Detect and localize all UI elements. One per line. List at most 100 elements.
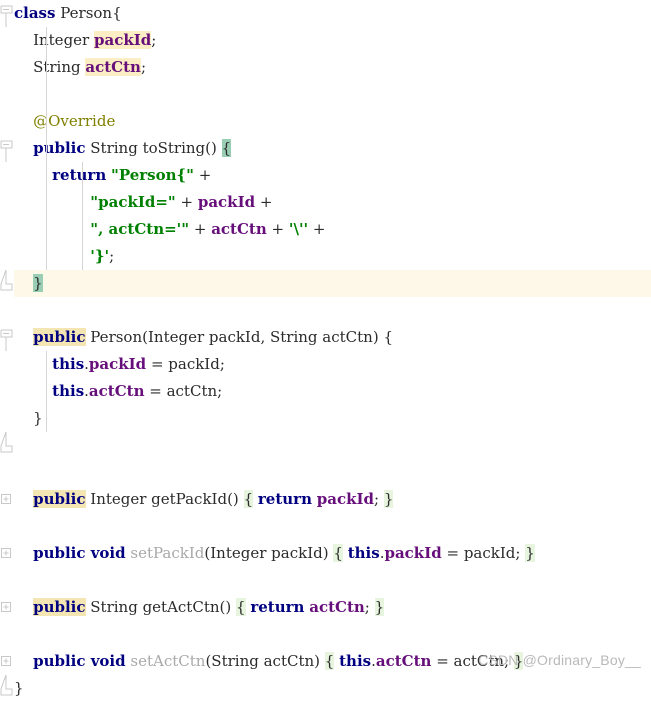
code-token: { <box>333 544 343 562</box>
code-token: setPackId <box>130 544 205 562</box>
code-line[interactable]: public void setPackId(Integer packId) { … <box>0 540 651 567</box>
code-line[interactable]: Integer packId; <box>0 27 651 54</box>
code-line[interactable]: '}'; <box>0 243 651 270</box>
code-token: class <box>14 4 56 22</box>
watermark: CSDN @Ordinary_Boy__ <box>478 652 641 668</box>
fold-marker-expanded-top[interactable] <box>0 324 13 351</box>
code-token: ; <box>109 247 115 265</box>
code-token: public <box>33 490 86 508</box>
fold-marker-collapsed[interactable] <box>0 486 13 513</box>
fold-marker-collapsed[interactable] <box>0 648 13 675</box>
code-token: actCtn <box>375 652 432 670</box>
code-token: + <box>175 193 198 211</box>
code-token: public <box>33 139 86 157</box>
code-token: { <box>378 328 394 346</box>
code-token: actCtn <box>85 58 141 76</box>
code-editor[interactable]: class Person{ Integer packId; String act… <box>0 0 651 697</box>
code-token: packId <box>93 31 152 49</box>
code-line[interactable]: public Integer getPackId() { return pack… <box>0 486 651 513</box>
code-token: actCtn <box>309 598 365 616</box>
code-line[interactable] <box>0 621 651 648</box>
code-line[interactable]: } <box>0 675 651 702</box>
code-token: setActCtn <box>130 652 206 670</box>
code-token: + <box>266 220 289 238</box>
code-token: Integer <box>14 31 94 49</box>
code-token: ; <box>364 598 375 616</box>
code-token: this <box>52 382 85 400</box>
fold-marker-collapsed[interactable] <box>0 594 13 621</box>
code-line[interactable]: } <box>0 270 651 297</box>
code-line[interactable] <box>0 81 651 108</box>
code-token: { <box>236 598 246 616</box>
code-token: packId <box>88 355 147 373</box>
code-token: { <box>243 490 254 508</box>
code-token: return <box>250 598 305 616</box>
code-surface[interactable]: class Person{ Integer packId; String act… <box>0 0 651 697</box>
fold-marker-expanded-top[interactable] <box>0 135 13 162</box>
code-line[interactable]: String actCtn; <box>0 54 651 81</box>
fold-marker-expanded-bottom[interactable] <box>0 675 13 702</box>
code-token: } <box>525 544 535 562</box>
code-token: public void <box>33 652 126 670</box>
code-line[interactable]: public String toString() { <box>0 135 651 162</box>
code-token: Integer packId <box>210 544 323 562</box>
code-token: Person <box>60 4 113 22</box>
code-token: { <box>324 652 335 670</box>
fold-gutter[interactable] <box>0 0 14 696</box>
code-token: String toString <box>85 139 206 157</box>
code-line[interactable]: this.actCtn = actCtn; <box>0 378 651 405</box>
code-line[interactable] <box>0 297 651 324</box>
code-token: { <box>112 4 122 22</box>
code-line[interactable]: ", actCtn='" + actCtn + '\'' + <box>0 216 651 243</box>
fold-marker-expanded-bottom[interactable] <box>0 270 13 297</box>
code-line[interactable] <box>0 567 651 594</box>
code-token: packId <box>384 544 442 562</box>
code-token: actCtn <box>211 220 267 238</box>
code-line[interactable]: public String getActCtn() { return actCt… <box>0 594 651 621</box>
code-token: = packId; <box>441 544 526 562</box>
code-token: Integer packId, String actCtn <box>147 328 373 346</box>
code-token: { <box>221 139 232 157</box>
code-token: this <box>52 355 85 373</box>
code-line[interactable]: this.packId = packId; <box>0 351 651 378</box>
code-line[interactable] <box>0 432 651 459</box>
code-line[interactable]: return "Person{" + <box>0 162 651 189</box>
code-line[interactable]: } <box>0 405 651 432</box>
code-token: Person <box>85 328 143 346</box>
code-token: = packId; <box>146 355 225 373</box>
code-token: public <box>33 598 86 616</box>
code-token: this <box>339 652 372 670</box>
code-token: packId <box>197 193 256 211</box>
fold-marker-collapsed[interactable] <box>0 540 13 567</box>
fold-marker-expanded-bottom[interactable] <box>0 432 13 459</box>
code-token: ", actCtn='" <box>90 220 190 238</box>
code-token: + <box>194 166 217 184</box>
code-token: } <box>14 409 43 427</box>
code-line[interactable]: @Override <box>0 108 651 135</box>
code-token: } <box>33 274 43 292</box>
code-token: public <box>33 328 86 346</box>
code-line[interactable] <box>0 459 651 486</box>
code-token: String actCtn <box>211 652 315 670</box>
code-token: + <box>308 220 326 238</box>
code-token: "packId=" <box>90 193 176 211</box>
code-line[interactable]: "packId=" + packId + <box>0 189 651 216</box>
code-token: @Override <box>14 112 116 130</box>
code-line[interactable]: class Person{ <box>0 0 651 27</box>
code-token: = actCtn; <box>144 382 223 400</box>
code-token: } <box>14 679 24 697</box>
code-line[interactable] <box>0 513 651 540</box>
code-line[interactable]: public Person(Integer packId, String act… <box>0 324 651 351</box>
fold-marker-expanded-top[interactable] <box>0 0 13 27</box>
